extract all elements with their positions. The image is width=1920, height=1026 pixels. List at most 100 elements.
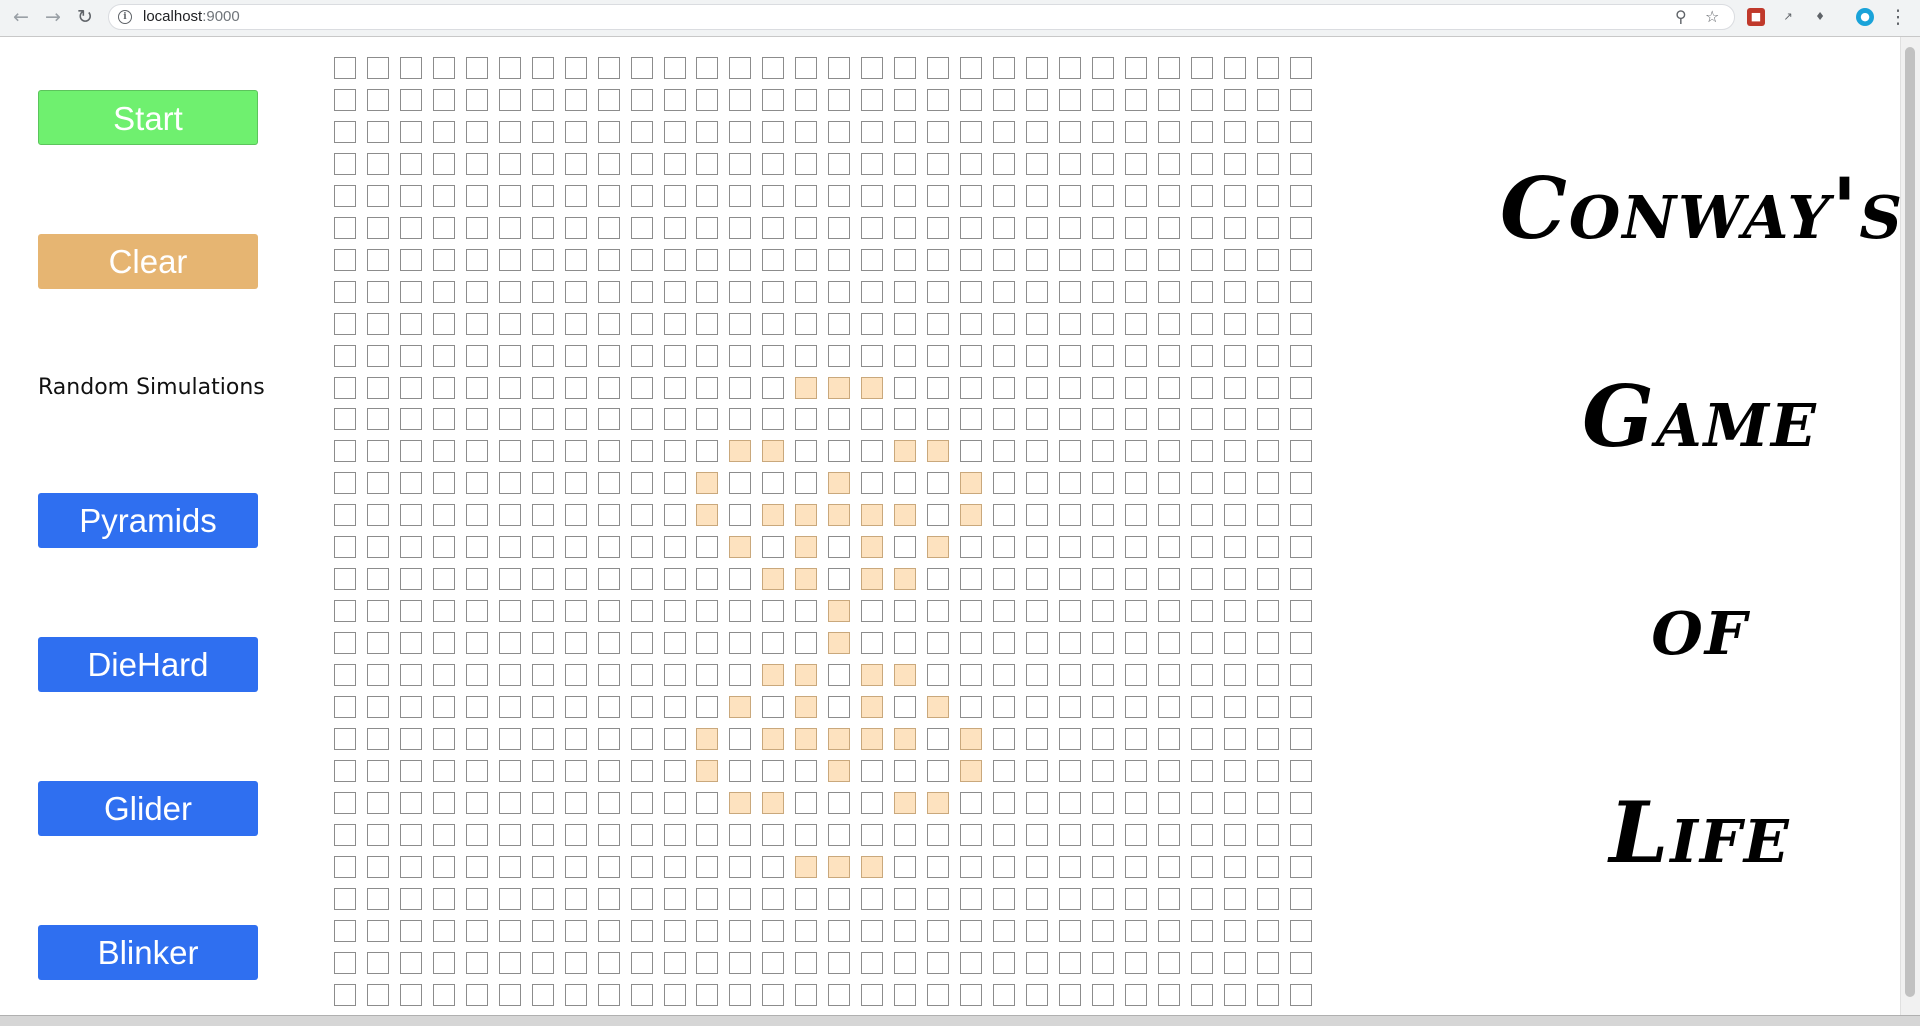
grid-cell[interactable] (927, 345, 949, 367)
grid-cell[interactable] (861, 440, 883, 462)
grid-cell[interactable] (1290, 121, 1312, 143)
grid-cell[interactable] (1026, 760, 1048, 782)
grid-cell[interactable] (631, 121, 653, 143)
grid-cell[interactable] (1125, 696, 1147, 718)
grid-cell[interactable] (960, 153, 982, 175)
grid-cell[interactable] (565, 408, 587, 430)
grid-cell[interactable] (927, 760, 949, 782)
grid-cell[interactable] (1026, 121, 1048, 143)
grid-cell[interactable] (664, 345, 686, 367)
grid-cell[interactable] (565, 472, 587, 494)
grid-cell[interactable] (466, 440, 488, 462)
grid-cell[interactable] (334, 792, 356, 814)
grid-cell[interactable] (1125, 89, 1147, 111)
grid-cell[interactable] (1125, 600, 1147, 622)
grid-cell[interactable] (1290, 89, 1312, 111)
grid-cell[interactable] (631, 57, 653, 79)
grid-cell[interactable] (1191, 313, 1213, 335)
grid-cell[interactable] (894, 313, 916, 335)
grid-cell[interactable] (631, 504, 653, 526)
grid-cell[interactable] (993, 728, 1015, 750)
grid-cell-alive[interactable] (927, 792, 949, 814)
grid-cell[interactable] (861, 472, 883, 494)
grid-cell[interactable] (1191, 856, 1213, 878)
grid-cell[interactable] (762, 281, 784, 303)
grid-cell[interactable] (1125, 920, 1147, 942)
grid-cell[interactable] (1224, 792, 1246, 814)
grid-cell[interactable] (400, 121, 422, 143)
grid-cell[interactable] (1224, 760, 1246, 782)
grid-cell[interactable] (696, 249, 718, 271)
grid-cell[interactable] (631, 888, 653, 910)
grid-cell-alive[interactable] (861, 664, 883, 686)
grid-cell[interactable] (565, 952, 587, 974)
grid-cell[interactable] (1059, 345, 1081, 367)
grid-cell[interactable] (1257, 792, 1279, 814)
grid-cell[interactable] (433, 632, 455, 654)
grid-cell[interactable] (894, 281, 916, 303)
grid-cell[interactable] (664, 568, 686, 590)
grid-cell[interactable] (1026, 313, 1048, 335)
grid-cell[interactable] (894, 984, 916, 1006)
grid-cell[interactable] (1257, 664, 1279, 686)
grid-cell[interactable] (1059, 89, 1081, 111)
grid-cell[interactable] (1257, 217, 1279, 239)
grid-cell[interactable] (367, 121, 389, 143)
grid-cell[interactable] (762, 377, 784, 399)
grid-cell[interactable] (400, 696, 422, 718)
grid-cell[interactable] (1290, 57, 1312, 79)
grid-cell[interactable] (861, 792, 883, 814)
grid-cell[interactable] (598, 472, 620, 494)
grid-cell[interactable] (1026, 888, 1048, 910)
grid-cell[interactable] (1257, 888, 1279, 910)
grid-cell[interactable] (1257, 345, 1279, 367)
grid-cell[interactable] (960, 57, 982, 79)
grid-cell[interactable] (696, 600, 718, 622)
grid-cell[interactable] (1158, 89, 1180, 111)
grid-cell[interactable] (894, 217, 916, 239)
grid-cell[interactable] (565, 632, 587, 654)
grid-cell-alive[interactable] (828, 472, 850, 494)
grid-cell[interactable] (1125, 952, 1147, 974)
grid-cell[interactable] (532, 345, 554, 367)
grid-cell[interactable] (1125, 632, 1147, 654)
grid-cell[interactable] (466, 153, 488, 175)
grid-cell[interactable] (1092, 377, 1114, 399)
grid-cell[interactable] (993, 824, 1015, 846)
grid-cell[interactable] (499, 345, 521, 367)
grid-cell[interactable] (762, 952, 784, 974)
grid-cell[interactable] (466, 536, 488, 558)
grid-cell[interactable] (367, 536, 389, 558)
grid-cell[interactable] (499, 313, 521, 335)
grid-cell[interactable] (1158, 185, 1180, 207)
grid-cell[interactable] (828, 281, 850, 303)
grid-cell[interactable] (367, 408, 389, 430)
grid-cell[interactable] (532, 536, 554, 558)
grid-cell[interactable] (696, 696, 718, 718)
grid-cell[interactable] (729, 217, 751, 239)
grid-cell[interactable] (861, 600, 883, 622)
grid-cell[interactable] (631, 440, 653, 462)
grid-cell[interactable] (1026, 632, 1048, 654)
grid-cell[interactable] (927, 600, 949, 622)
grid-cell[interactable] (1125, 217, 1147, 239)
grid-cell[interactable] (696, 281, 718, 303)
grid-cell[interactable] (367, 472, 389, 494)
grid-cell[interactable] (1026, 440, 1048, 462)
grid-cell[interactable] (1092, 440, 1114, 462)
grid-cell[interactable] (1224, 920, 1246, 942)
grid-cell[interactable] (1257, 984, 1279, 1006)
grid-cell[interactable] (433, 153, 455, 175)
grid-cell[interactable] (598, 121, 620, 143)
grid-cell[interactable] (466, 217, 488, 239)
grid-cell[interactable] (367, 728, 389, 750)
grid-cell[interactable] (1125, 664, 1147, 686)
grid-cell[interactable] (400, 153, 422, 175)
grid-cell[interactable] (1191, 408, 1213, 430)
grid-cell[interactable] (433, 504, 455, 526)
grid-cell[interactable] (334, 249, 356, 271)
grid-cell[interactable] (1125, 249, 1147, 271)
grid-cell-alive[interactable] (861, 728, 883, 750)
grid-cell[interactable] (598, 760, 620, 782)
grid-cell-alive[interactable] (894, 728, 916, 750)
